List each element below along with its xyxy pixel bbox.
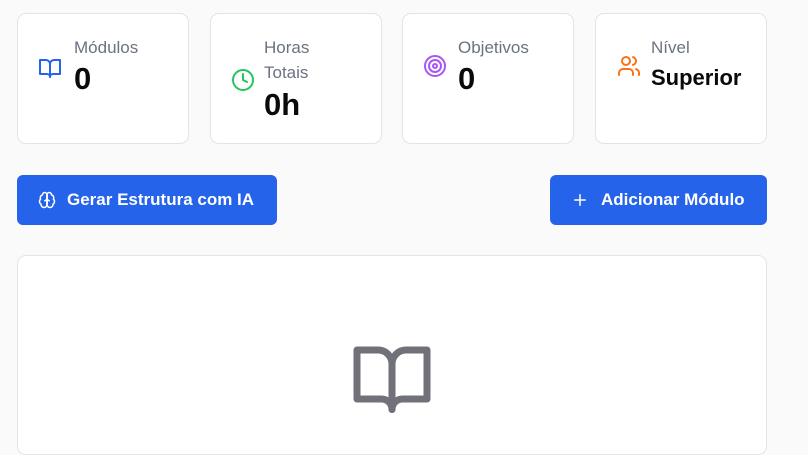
clock-icon (232, 69, 254, 91)
add-module-label: Adicionar Módulo (601, 190, 745, 209)
add-module-button[interactable]: Adicionar Módulo (550, 175, 767, 225)
stat-value: 0h (264, 87, 301, 122)
stat-value: 0 (74, 61, 92, 96)
generate-structure-label: Gerar Estrutura com IA (67, 190, 255, 209)
stat-label: Módulos (74, 38, 139, 57)
stat-label: Horas Totais (264, 38, 310, 82)
stat-card-hours: Horas Totais 0h (210, 13, 382, 144)
stat-value: 0 (458, 61, 476, 96)
generate-structure-ai-button[interactable]: Gerar Estrutura com IA (17, 175, 277, 225)
stat-card-objectives: Objetivos 0 (402, 13, 574, 144)
stat-card-modules: Módulos 0 (17, 13, 189, 144)
stat-label: Objetivos (458, 38, 529, 57)
book-open-icon (39, 59, 61, 78)
stat-label: Nível (651, 38, 690, 57)
brain-icon (38, 191, 56, 209)
book-open-icon (353, 346, 431, 413)
stat-card-level: Nível Superior (595, 13, 767, 144)
target-icon (424, 55, 446, 77)
users-icon (618, 56, 640, 76)
plus-icon (574, 194, 586, 206)
stat-value: Superior (651, 65, 742, 90)
modules-empty-state (17, 255, 767, 455)
